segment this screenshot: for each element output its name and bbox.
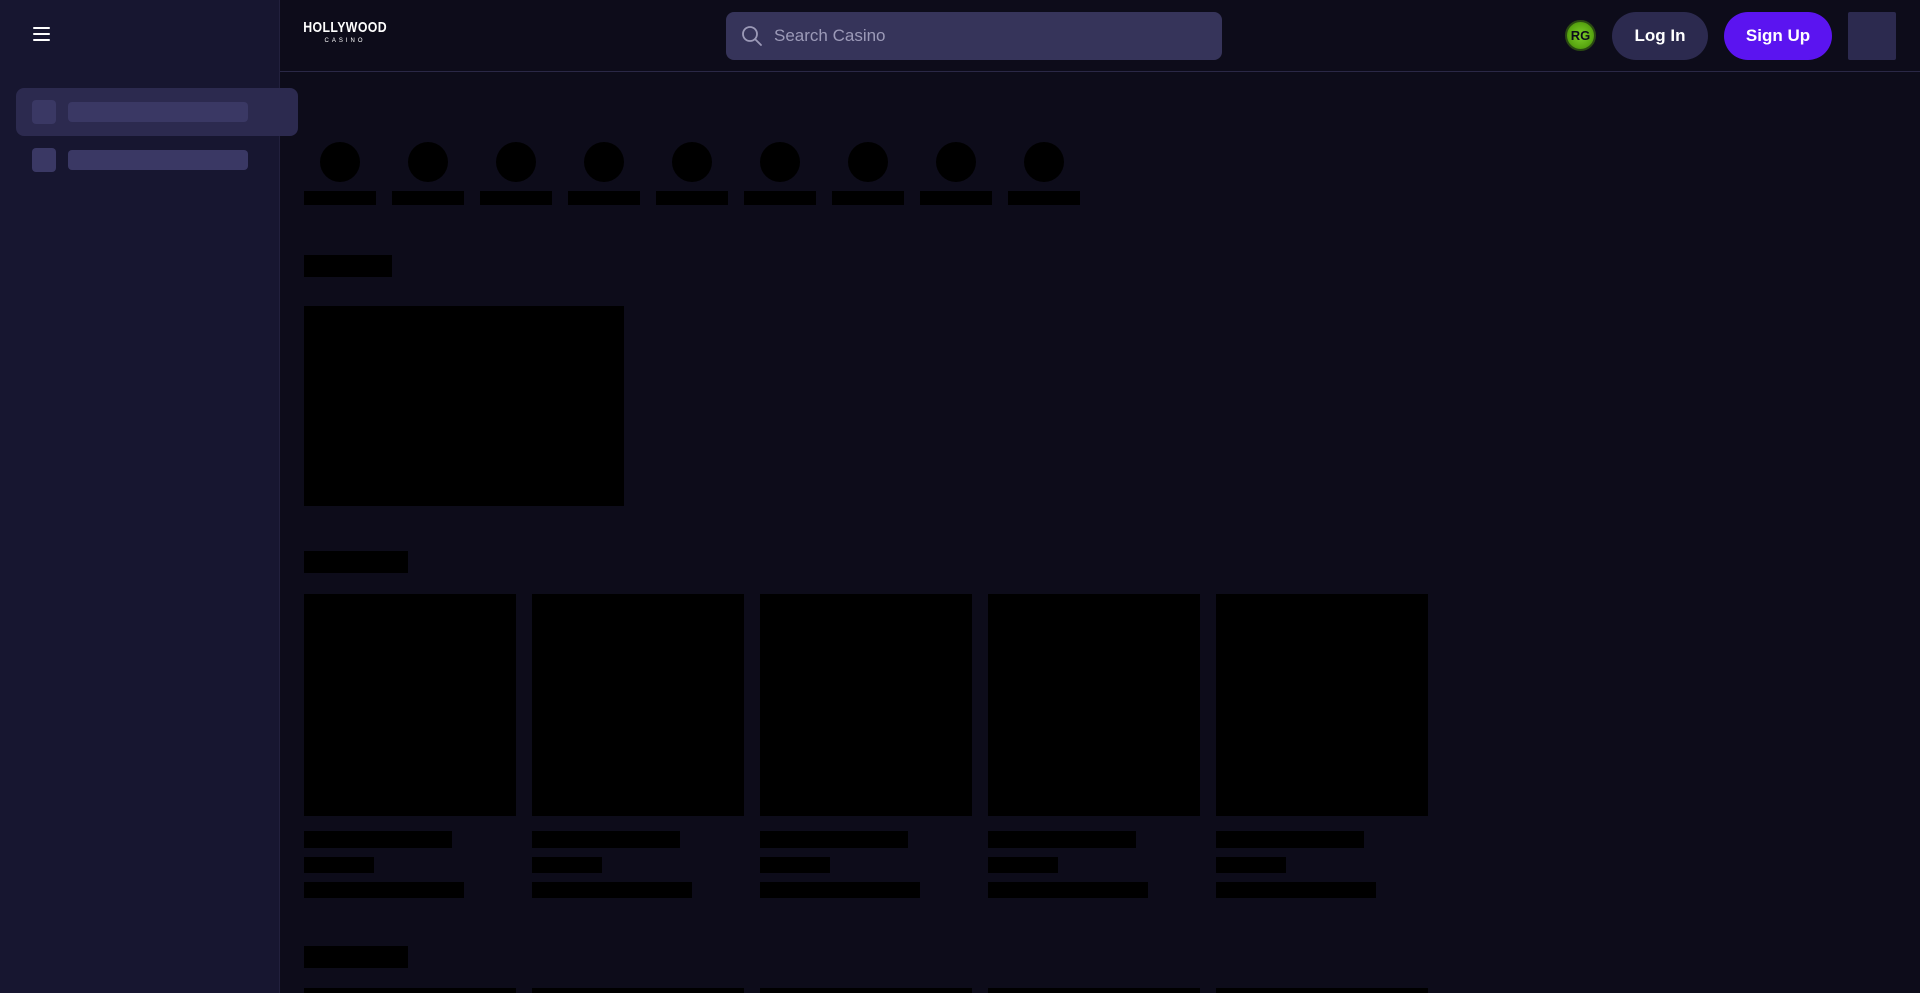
sidebar [0,0,298,993]
game-thumbnail-placeholder[interactable] [760,988,972,993]
category-label-placeholder [392,191,464,205]
category-icon-placeholder[interactable] [672,142,712,182]
sidebar-item-icon-placeholder [32,100,56,124]
category-label-placeholder [1008,191,1080,205]
category-label-placeholder [920,191,992,205]
sidebar-item-skeleton-active[interactable] [16,88,298,136]
section-title-placeholder [304,946,408,968]
game-provider-placeholder [760,857,830,873]
game-thumbnail-placeholder[interactable] [304,988,516,993]
search-bar[interactable] [726,12,1222,60]
logo-text-sub: CASINO [324,38,366,44]
game-provider-placeholder [1216,857,1286,873]
signup-button[interactable]: Sign Up [1724,12,1832,60]
logo-text-main: HOLLYWOOD [303,19,387,36]
game-thumbnail-placeholder[interactable] [532,594,744,816]
category-icon-placeholder[interactable] [496,142,536,182]
game-thumbnail-placeholder[interactable] [760,594,972,816]
search-icon [742,26,762,46]
game-title-placeholder [1216,831,1364,848]
sidebar-item-label-placeholder [68,150,248,170]
game-provider-placeholder [304,857,374,873]
game-title-placeholder [988,831,1136,848]
game-title-placeholder [760,831,908,848]
game-title-placeholder [304,831,452,848]
hamburger-menu-icon[interactable] [33,27,50,41]
game-provider-placeholder [988,857,1058,873]
category-label-placeholder [832,191,904,205]
game-thumbnail-placeholder[interactable] [532,988,744,993]
category-label-placeholder [480,191,552,205]
category-icon-placeholder[interactable] [936,142,976,182]
game-provider-placeholder [532,857,602,873]
game-thumbnail-placeholder[interactable] [988,594,1200,816]
game-meta-placeholder [304,882,464,898]
header-placeholder-box[interactable] [1848,12,1896,60]
category-icon-placeholder[interactable] [408,142,448,182]
sidebar-item-icon-placeholder [32,148,56,172]
category-icon-placeholder[interactable] [848,142,888,182]
category-icon-placeholder[interactable] [760,142,800,182]
category-label-placeholder [304,191,376,205]
banner-placeholder[interactable] [304,306,624,506]
sidebar-item-skeleton[interactable] [16,136,298,184]
game-meta-placeholder [760,882,920,898]
search-input[interactable] [774,26,1194,46]
game-thumbnail-placeholder[interactable] [1216,594,1428,816]
category-icon-placeholder[interactable] [584,142,624,182]
section-title-placeholder [304,255,392,277]
game-meta-placeholder [532,882,692,898]
category-label-placeholder [568,191,640,205]
category-label-placeholder [744,191,816,205]
game-thumbnail-placeholder[interactable] [1216,988,1428,993]
game-meta-placeholder [988,882,1148,898]
sidebar-item-label-placeholder [68,102,248,122]
responsible-gaming-badge[interactable]: RG [1565,20,1596,51]
category-icon-placeholder[interactable] [1024,142,1064,182]
category-icon-placeholder[interactable] [320,142,360,182]
section-title-placeholder [304,551,408,573]
top-header: HOLLYWOOD CASINO RG Log In Sign Up [280,0,1920,72]
hollywood-casino-logo[interactable]: HOLLYWOOD CASINO [303,19,387,50]
game-thumbnail-placeholder[interactable] [988,988,1200,993]
category-label-placeholder [656,191,728,205]
game-title-placeholder [532,831,680,848]
game-meta-placeholder [1216,882,1376,898]
login-button[interactable]: Log In [1612,12,1708,60]
game-thumbnail-placeholder[interactable] [304,594,516,816]
